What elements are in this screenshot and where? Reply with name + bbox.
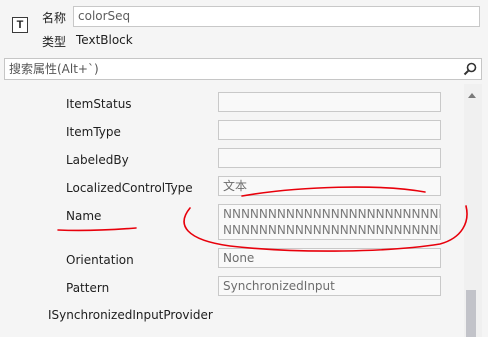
name-label: 名称 (42, 11, 67, 25)
property-header: T 名称 colorSeq 类型 TextBlock (0, 0, 488, 58)
vertical-scrollbar[interactable] (464, 84, 482, 337)
property-value-field[interactable] (218, 148, 441, 168)
property-row-pattern: Pattern SynchronizedInput (0, 276, 464, 300)
property-name: Pattern (66, 281, 110, 295)
scroll-up-icon[interactable] (468, 93, 476, 98)
scrollbar-thumb[interactable] (466, 290, 476, 337)
property-search-box[interactable] (4, 58, 482, 80)
textblock-type-icon: T (12, 17, 28, 33)
property-row-itemstatus: ItemStatus (0, 92, 464, 116)
search-icon[interactable] (463, 62, 477, 76)
property-grid: ItemStatus ItemType LabeledBy LocalizedC… (0, 84, 464, 337)
value-line: NNNNNNNNNNNNNNNNNNNNNNNNN (223, 223, 441, 237)
group-header[interactable]: ISynchronizedInputProvider (48, 308, 213, 322)
property-row-name: Name NNNNNNNNNNNNNNNNNNNNNNNNN NNNNNNNNN… (0, 204, 464, 244)
property-name: Orientation (66, 253, 134, 267)
property-value-field[interactable]: SynchronizedInput (218, 276, 441, 296)
property-row-localizedcontroltype: LocalizedControlType 文本 (0, 176, 464, 200)
property-row-itemtype: ItemType (0, 120, 464, 144)
type-label: 类型 (42, 35, 67, 49)
property-name: LocalizedControlType (66, 181, 193, 195)
property-value-field[interactable]: 文本 (218, 176, 441, 196)
property-value-field[interactable] (218, 92, 441, 112)
search-input[interactable] (5, 59, 455, 79)
type-value: TextBlock (76, 33, 133, 47)
property-row-labeledby: LabeledBy (0, 148, 464, 172)
property-value-field[interactable]: NNNNNNNNNNNNNNNNNNNNNNNNN NNNNNNNNNNNNNN… (218, 204, 441, 240)
property-name: ItemType (66, 125, 121, 139)
property-name: LabeledBy (66, 153, 129, 167)
property-value-field[interactable] (218, 120, 441, 140)
property-name: Name (66, 209, 102, 223)
property-name: ItemStatus (66, 97, 132, 111)
property-value-field[interactable]: None (218, 248, 441, 268)
property-row-orientation: Orientation None (0, 248, 464, 272)
name-field[interactable]: colorSeq (73, 6, 480, 27)
value-line: NNNNNNNNNNNNNNNNNNNNNNNNN (223, 207, 441, 221)
